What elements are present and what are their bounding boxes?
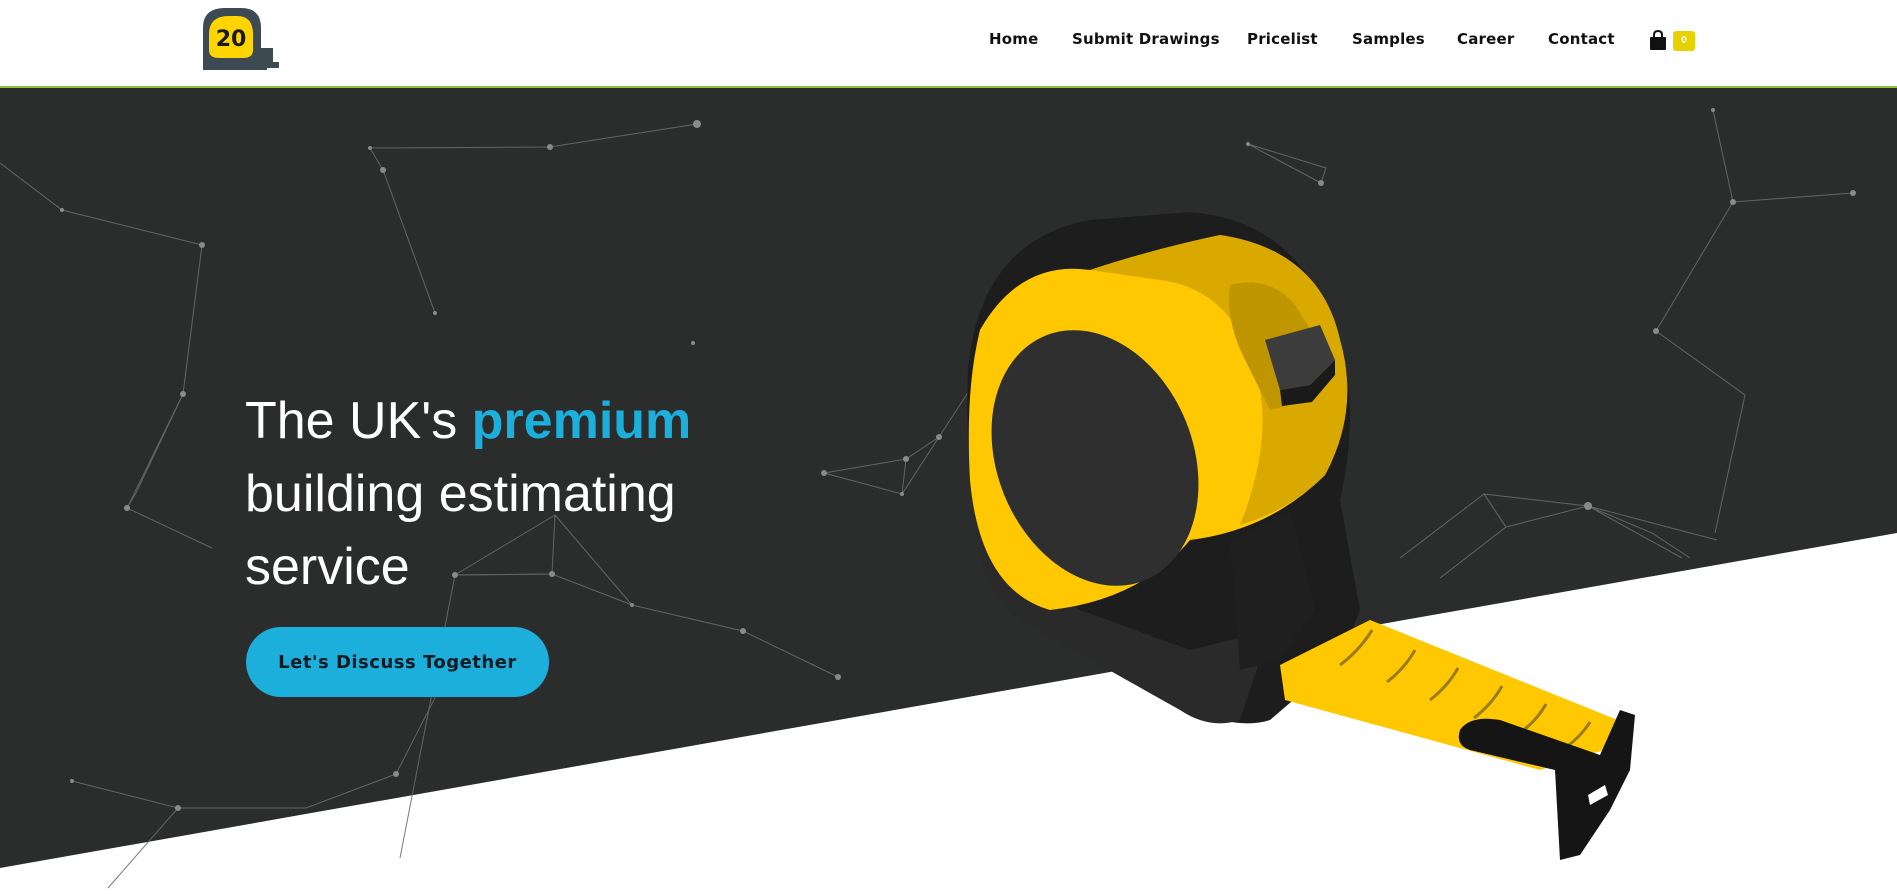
nav-contact[interactable]: Contact [1548,30,1615,48]
discuss-button[interactable]: Let's Discuss Together [246,627,549,697]
nav-samples[interactable]: Samples [1352,30,1425,48]
headline-prefix: The UK's [245,392,472,450]
headline-suffix: building estimating service [245,465,676,596]
shopping-bag-icon [1650,30,1666,50]
nav-home[interactable]: Home [989,30,1038,48]
headline-accent: premium [471,392,692,450]
nav-pricelist[interactable]: Pricelist [1247,30,1318,48]
hero-headline: The UK's premium building estimating serv… [245,385,805,604]
site-header: 20 Home Submit Drawings Pricelist Sample… [0,0,1897,88]
main-nav: Home Submit Drawings Pricelist Samples C… [0,0,1897,86]
cart-button[interactable]: 0 [1648,28,1696,56]
nav-submit-drawings[interactable]: Submit Drawings [1072,30,1220,48]
cart-count-badge: 0 [1673,31,1695,51]
nav-career[interactable]: Career [1457,30,1514,48]
tape-measure-illustration [967,212,1635,860]
